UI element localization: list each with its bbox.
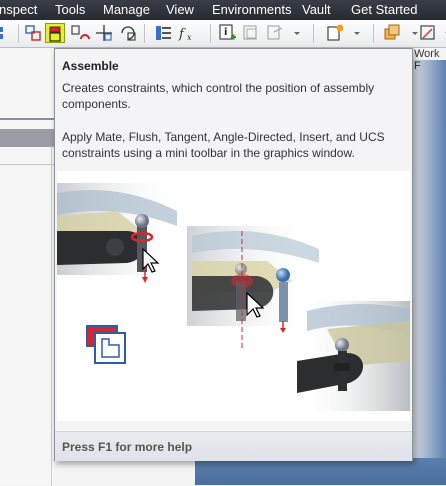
tooltip-footer: Press F1 for more help [55,431,412,461]
ribbon-separator [373,24,374,43]
chevron-down-icon[interactable] [347,23,360,43]
svg-text:f: f [178,27,186,42]
ribbon-separator [144,24,145,43]
bom-icon[interactable] [153,23,173,43]
derive-icon [241,23,261,43]
tooltip-description: Creates constraints, which control the p… [62,81,375,111]
assemble-icon[interactable] [45,23,65,43]
tooltip-illustration [57,171,410,421]
graphics-window[interactable] [195,458,446,485]
move-icon[interactable] [94,23,114,43]
copy-icon [265,23,285,43]
menu-view[interactable]: View [166,2,194,17]
ribbon-separator [18,24,19,43]
constrain-icon[interactable] [70,23,90,43]
rotate-icon[interactable] [118,23,138,43]
graphics-window-edge [412,60,446,460]
panel-divider [0,164,54,165]
ribbon-separator [210,24,211,43]
panel-divider [0,118,54,120]
create-component-icon[interactable] [325,23,345,43]
panel-divider [51,146,52,486]
view-icon[interactable] [418,23,438,43]
ribbon-separator [313,24,314,43]
scene-3-illustration [297,301,410,411]
work-features-label: Work F [414,48,440,72]
chevron-down-icon[interactable] [405,23,418,43]
place-icon[interactable] [23,23,43,43]
browser-panel [0,48,54,486]
ribbon-toolbar: fx i [0,20,446,48]
grid-icon[interactable] [0,23,14,43]
svg-text:i: i [224,27,227,38]
panel-header [0,129,54,147]
menu-tools[interactable]: Tools [55,2,85,17]
svg-text:x: x [187,33,192,42]
parameters-icon[interactable]: fx [176,23,196,43]
menu-environments[interactable]: Environments [212,2,291,17]
menu-manage[interactable]: Manage [103,2,150,17]
menu-get-started[interactable]: Get Started [351,2,417,17]
scene-1-illustration [57,183,182,283]
ilogic-add-icon[interactable]: i [217,23,237,43]
menu-inspect[interactable]: nspect [0,2,37,17]
help-hint: Press F1 for more help [62,440,193,454]
menu-vault[interactable]: Vault [302,2,331,17]
assemble-tooltip: Assemble Creates constraints, which cont… [54,48,413,461]
menu-bar: nspect Tools Manage View Environments Va… [0,0,446,20]
chevron-down-icon[interactable] [438,23,446,43]
pattern-icon[interactable] [382,23,402,43]
assemble-large-icon [86,325,126,364]
tooltip-detail: Apply Mate, Flush, Tangent, Angle-Direct… [62,130,385,160]
tooltip-title: Assemble [62,59,119,73]
chevron-down-icon[interactable] [287,23,300,43]
